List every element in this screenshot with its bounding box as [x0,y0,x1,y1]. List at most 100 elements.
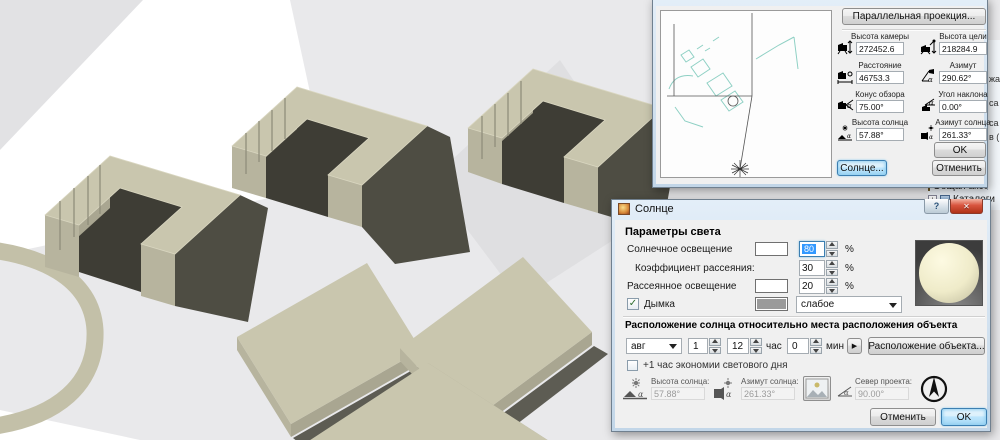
light-preview-sphere [915,240,983,306]
parallel-projection-button[interactable]: Параллельная проекция... [842,8,986,25]
target-height-icon [920,39,937,55]
ambient-input[interactable]: 20 [799,278,825,294]
camera-height-input[interactable]: 272452.6 [856,42,904,55]
sun-azimuth-icon: α [920,125,937,141]
percent-label: % [845,281,854,292]
sun-azimuth-input[interactable]: 261.33° [939,128,987,141]
haze-label: Дымка [644,299,675,310]
haze-dropdown[interactable]: слабое [796,296,902,313]
day-input[interactable]: 1 [688,338,708,354]
application-window: Общая аксоном + Каталоги жа са са в ( [0,0,1000,440]
cancel-button[interactable]: Отменить [932,160,986,176]
svg-text:α: α [928,76,933,84]
object-location-button[interactable]: Расположение объекта... [868,337,985,355]
sun-light-spinner[interactable] [826,241,838,257]
ok-button[interactable]: OK [941,408,987,426]
field-label: Азимут солнца [935,118,990,127]
cancel-button[interactable]: Отменить [870,408,936,426]
svg-text:α: α [929,99,934,107]
help-button[interactable]: ? [924,199,949,214]
ambient-spinner[interactable] [826,278,838,294]
camera-height-icon [837,39,854,55]
plan-preview-sketch [661,11,831,177]
chevron-down-icon [669,344,677,353]
project-north-readout: 90.00° [855,387,909,400]
sun-light-color-swatch[interactable] [755,242,788,256]
target-height-input[interactable]: 218284.9 [939,42,987,55]
sun-altitude-readout: 57.88° [651,387,705,400]
field-label: Угол наклона [938,90,987,99]
field-label: Расстояние [858,61,901,70]
day-spinner[interactable] [709,338,721,354]
minute-unit-label: мин [826,341,844,352]
minute-spinner[interactable] [810,338,822,354]
svg-text:α: α [844,389,849,397]
sun-azimuth-icon: α [713,378,739,405]
view-cone-input[interactable]: 75.00° [856,100,904,113]
field-label: Высота солнца [852,118,908,127]
scatter-input[interactable]: 30 [799,260,825,276]
projection-settings-dialog: Параллельная проекция... Высота камеры 2… [652,0,988,188]
divider [623,316,985,318]
tilt-angle-input[interactable]: 0.00° [939,100,987,113]
light-params-header: Параметры света [625,226,721,238]
divider [842,29,986,31]
svg-text:α: α [847,133,851,140]
tilt-angle-icon: α [920,97,937,113]
project-north-label: Север проекта: [855,377,912,386]
plan-preview[interactable] [660,10,832,178]
sun-altitude-icon: α [837,125,854,141]
dst-checkbox[interactable] [627,360,638,371]
sun-azimuth-readout: 261.33° [741,387,795,400]
apply-time-button[interactable]: ▶ [847,338,862,354]
field-label: Высота цели [939,32,987,41]
hour-spinner[interactable] [750,338,762,354]
minute-input[interactable]: 0 [787,338,809,354]
sun-altitude-readout-label: Высота солнца: [651,377,709,386]
panel-text-fragment: в ( [989,132,999,142]
camera-azimuth-icon: α [920,68,937,84]
haze-color-swatch[interactable] [755,297,788,311]
sun-altitude-icon: α [623,378,649,405]
sun-azimuth-readout-label: Азимут солнца: [741,377,799,386]
haze-checkbox[interactable]: ✓ [627,298,639,310]
sun-light-input[interactable]: 80 [799,241,825,257]
camera-azimuth-input[interactable]: 290.62° [939,71,987,84]
svg-text:α: α [847,102,852,110]
camera-distance-icon [837,68,854,84]
sun-dialog: Солнце ? ✕ Параметры света Солнечное осв… [611,199,991,432]
percent-label: % [845,263,854,274]
north-angle-icon: α [837,384,853,403]
scatter-spinner[interactable] [826,260,838,276]
sun-dialog-body: Параметры света Солнечное освещение 80 %… [615,220,987,428]
svg-text:α: α [638,390,644,399]
hour-input[interactable]: 12 [727,338,749,354]
sun-dialog-title: Солнце [635,203,674,215]
ambient-color-swatch[interactable] [755,279,788,293]
field-label: Конус обзора [855,90,904,99]
field-label: Азимут [950,61,977,70]
projection-dialog-body: Параллельная проекция... Высота камеры 2… [656,6,984,184]
sun-dialog-titlebar[interactable]: Солнце [618,203,674,215]
month-dropdown[interactable]: авг [626,338,682,354]
sun-button[interactable]: Солнце... [837,160,887,176]
sun-position-header: Расположение солнца относительно места р… [625,320,957,331]
sun-dialog-icon [618,203,630,215]
percent-label: % [845,244,854,255]
compass-north-icon [917,372,951,411]
ok-button[interactable]: OK [934,142,986,158]
field-label: Высота камеры [851,32,909,41]
check-icon: ✓ [629,299,637,309]
camera-distance-input[interactable]: 46753.3 [856,71,904,84]
svg-text:α: α [726,390,732,399]
panel-text-fragment: са [989,98,999,108]
panel-text-fragment: жа [989,74,1000,84]
landscape-picture-button[interactable] [803,376,831,401]
dst-label: +1 час экономии светового дня [643,360,788,371]
scatter-label: Коэффициент рассеяния: [635,263,755,274]
side-panel-edge: жа са са в ( [987,40,1000,190]
close-button[interactable]: ✕ [950,199,983,214]
sun-altitude-input[interactable]: 57.88° [856,128,904,141]
chevron-down-icon [889,303,897,312]
svg-text:α: α [929,134,933,141]
